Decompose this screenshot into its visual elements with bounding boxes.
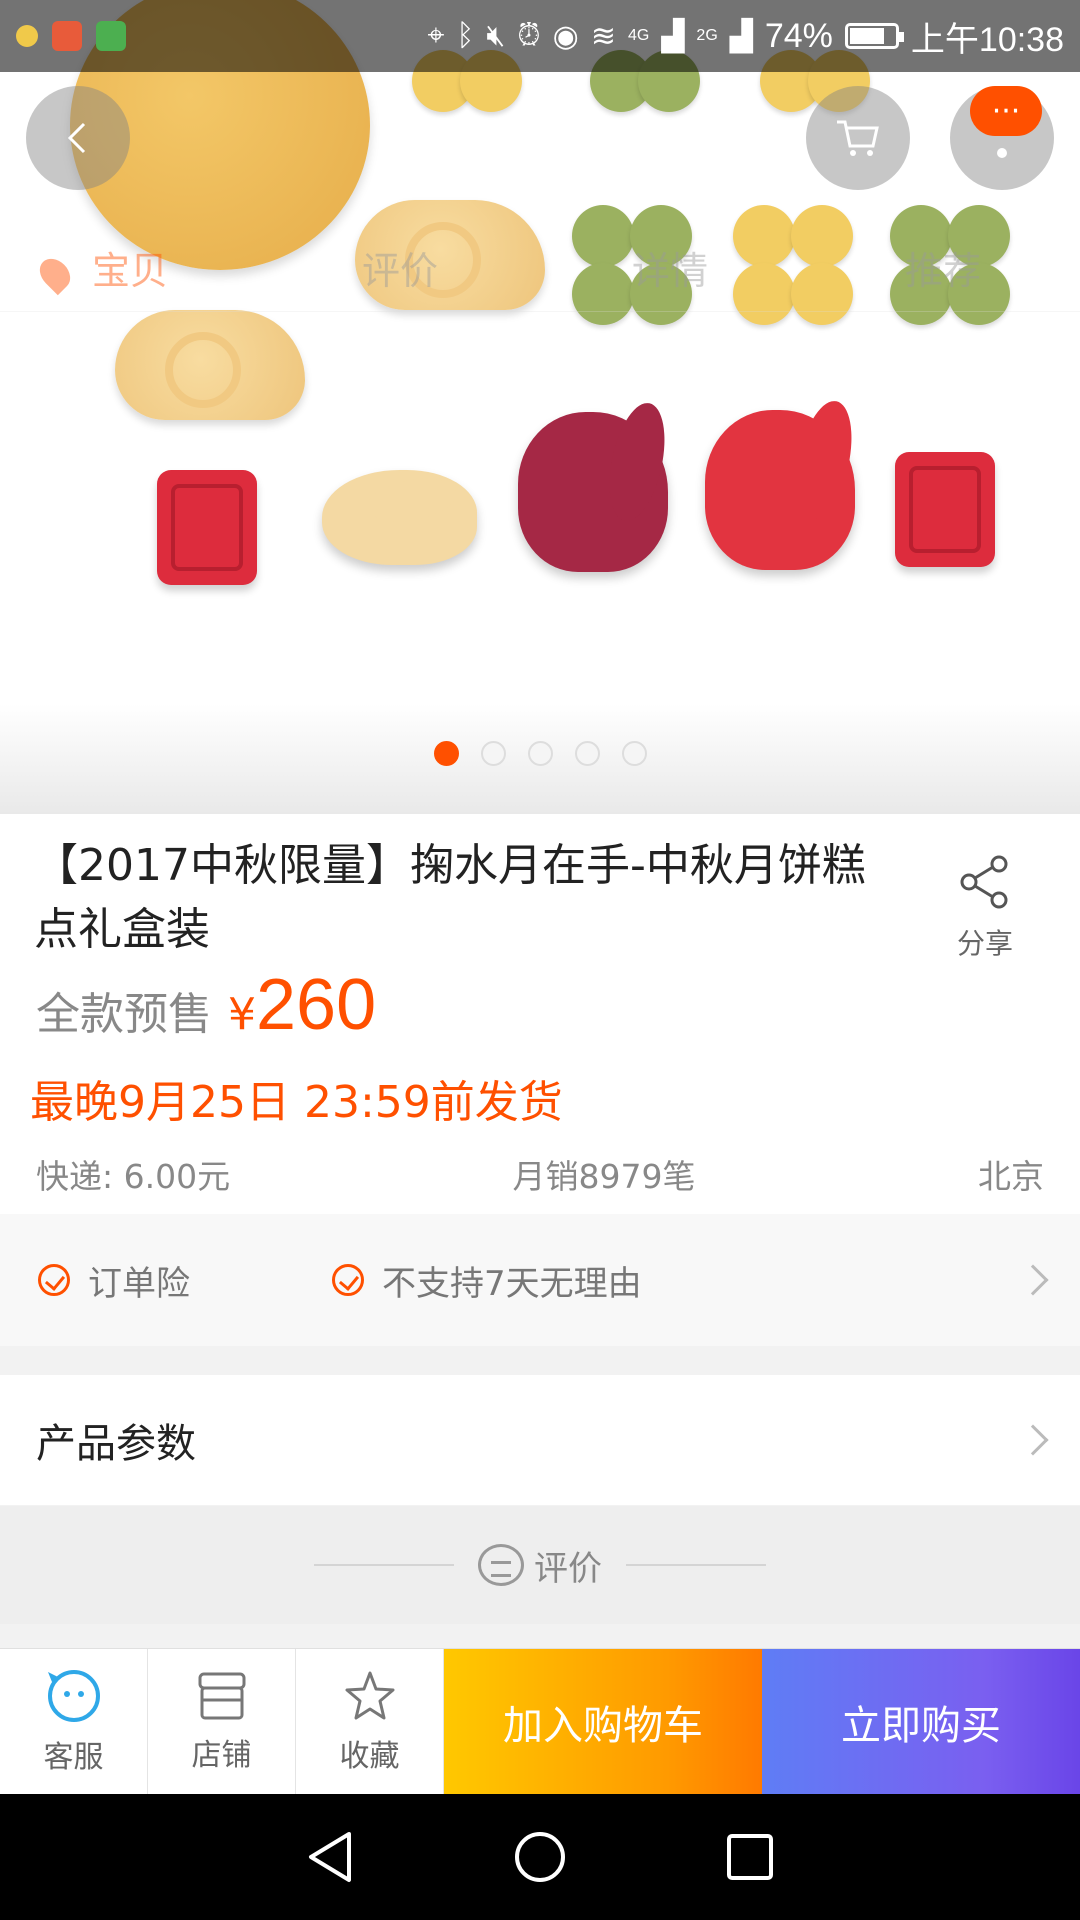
eye-icon: ◉ [552,19,579,53]
guarantee-label: 不支持7天无理由 [382,1263,642,1304]
ship-location: 北京 [977,1157,1044,1196]
guarantee-label: 订单险 [88,1263,190,1304]
nav-recents-icon [727,1834,773,1880]
status-bar: ⌖ ᛒ 🔇︎ ⏰︎ ◉ ≋ 4G ▟ 2G ▟ 74% 上午10:38 [0,0,1080,72]
check-circle-icon [38,1264,70,1296]
network-4g-label: 4G [628,27,650,44]
battery-percent: 74% [764,16,833,55]
shop-button[interactable]: 店铺 [148,1649,296,1795]
mooncake-cloud-image [115,310,305,420]
shop-label: 店铺 [191,1738,252,1773]
carousel-dot[interactable] [621,741,647,766]
chat-bubble-icon [478,1544,524,1586]
system-nav-bar [0,1794,1080,1920]
monthly-sales: 月销8979笔 [512,1157,696,1196]
favorite-button[interactable]: 收藏 [296,1649,444,1795]
network-2g-label: 2G [696,27,718,44]
guarantee-row[interactable]: 订单险 不支持7天无理由 [0,1214,1080,1346]
carousel-dot[interactable] [480,741,506,766]
review-section-header: 评价 [0,1506,1080,1624]
review-label: 评价 [534,1548,602,1589]
product-params-row[interactable]: 产品参数 [0,1375,1080,1505]
customer-service-icon [47,1670,100,1722]
buy-now-button[interactable]: 立即购买 [762,1649,1080,1795]
carousel-indicator [0,741,1080,766]
message-badge[interactable]: ··· [970,86,1042,136]
carousel-dot[interactable] [527,741,553,766]
mooncake-rabbit-image [322,470,477,565]
divider-line [626,1564,766,1566]
back-icon [67,122,86,154]
tab-reviews[interactable]: 评价 [362,240,438,295]
location-pin-icon [33,252,77,295]
check-circle-icon [332,1264,364,1296]
clock: 上午10:38 [910,20,1064,59]
product-detail-page: ⌖ ᛒ 🔇︎ ⏰︎ ◉ ≋ 4G ▟ 2G ▟ 74% 上午10:38 ··· … [0,0,1080,1920]
guarantee-item: 不支持7天无理由 [332,1256,642,1305]
wifi-icon: ≋ [590,19,616,53]
guarantee-item: 订单险 [38,1256,190,1305]
params-label: 产品参数 [36,1421,196,1467]
tab-recommend[interactable]: 推荐 [905,240,981,295]
product-title: 【2017中秋限量】掬水月在手-中秋月饼糕点礼盒装 [34,840,866,955]
location-icon: ⌖ [427,19,445,52]
nav-home-button[interactable] [510,1827,570,1887]
shipping-fee: 快递: 6.00元 [36,1157,231,1196]
battery-icon [844,23,904,49]
cart-icon [837,120,879,156]
mooncake-rabbit-image [518,412,668,572]
currency-symbol: ¥ [228,989,256,1040]
service-label: 客服 [43,1740,104,1775]
app-notification-icon [52,21,82,51]
nav-back-icon [309,1832,351,1882]
nav-recents-button[interactable] [720,1827,780,1887]
notification-dot-icon [16,25,38,47]
mooncake-rabbit-image [705,410,855,570]
mooncake-seal-image [157,470,257,585]
detail-tabs: 宝贝 评价 详情 推荐 [0,220,1080,312]
bottom-action-bar: 客服 店铺 收藏 加入购物车 立即购买 [0,1648,1080,1795]
price-row: 全款预售 ¥ 260 [36,964,376,1046]
star-icon [345,1671,394,1720]
product-image-carousel[interactable] [0,0,1080,814]
product-info-card: 【2017中秋限量】掬水月在手-中秋月饼糕点礼盒装 分享 全款预售 ¥ 260 … [0,814,1080,1214]
divider-line [314,1564,454,1566]
signal-icon: ▟ [729,19,753,53]
share-label: 分享 [956,927,1013,960]
share-icon [960,855,1008,909]
chevron-right-icon [1017,1264,1049,1296]
favorite-label: 收藏 [339,1739,400,1774]
chevron-right-icon [1017,1424,1049,1456]
add-to-cart-button[interactable]: 加入购物车 [444,1649,762,1795]
customer-service-button[interactable]: 客服 [0,1649,148,1795]
alarm-icon: ⏰︎ [517,19,541,52]
shop-icon [198,1672,245,1720]
presale-label: 全款预售 [36,989,212,1040]
ship-deadline: 最晚9月25日 23:59前发货 [30,1077,563,1128]
mooncake-seal-image [895,452,995,567]
tab-details[interactable]: 详情 [632,240,708,295]
play-store-icon [96,21,126,51]
mute-icon: 🔇︎ [486,19,506,52]
signal-icon: ▟ [661,19,685,53]
carousel-dot[interactable] [433,741,459,766]
nav-back-button[interactable] [300,1827,360,1887]
carousel-dot[interactable] [574,741,600,766]
tab-item[interactable]: 宝贝 [33,240,168,295]
bluetooth-icon: ᛒ [456,19,475,52]
meta-row: 快递: 6.00元 月销8979笔 北京 [36,1150,1044,1198]
cart-button[interactable] [806,86,910,190]
share-button[interactable]: 分享 [930,834,1040,962]
back-button[interactable] [26,86,130,190]
price-value: 260 [256,965,377,1045]
nav-home-icon [515,1832,565,1882]
